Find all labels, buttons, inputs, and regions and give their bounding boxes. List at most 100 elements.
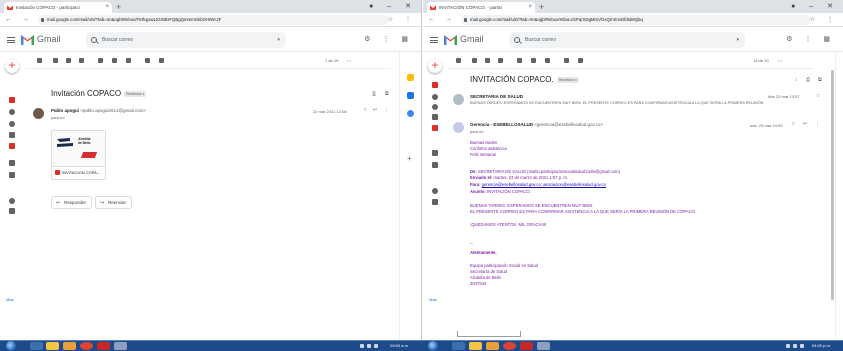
label-icon[interactable]	[159, 58, 164, 63]
nav-more[interactable]: Más	[429, 297, 437, 302]
add-addon-icon[interactable]: +	[407, 154, 412, 163]
msg1-snippet[interactable]: BUENAS TARDES. ESPERAMOS SE ENCUENTREN M…	[470, 101, 764, 105]
scrollbar[interactable]	[831, 70, 834, 300]
search-icon[interactable]	[514, 37, 520, 43]
url-field[interactable]: mail.google.com/mail/u/0/?tab=rm&ogbl#in…	[461, 15, 811, 25]
menu-icon[interactable]	[7, 37, 15, 43]
search-input[interactable]: Buscar correo ▾	[509, 32, 745, 48]
reply-icon[interactable]: ↩	[373, 107, 377, 113]
snoozed-icon[interactable]	[9, 121, 15, 127]
compose-button[interactable]: +	[5, 59, 19, 73]
forward-button[interactable]: ↪ Reenviar	[95, 196, 133, 209]
mark-unread-icon[interactable]	[517, 58, 522, 63]
inbox-label-chip[interactable]: Recibidos x	[124, 90, 147, 97]
app-icon[interactable]	[114, 342, 127, 350]
browser-actions[interactable]: ☆ ⋮	[810, 13, 838, 27]
search-icon[interactable]	[91, 37, 97, 43]
calendar-icon[interactable]	[407, 110, 414, 117]
move-to-icon[interactable]	[564, 58, 569, 63]
tasks-icon[interactable]	[407, 92, 414, 99]
contacts-icon[interactable]	[9, 208, 15, 214]
add-task-icon[interactable]	[126, 58, 131, 63]
hangouts-icon[interactable]	[9, 198, 15, 204]
search-options-icon[interactable]: ▾	[736, 32, 739, 48]
add-task-icon[interactable]	[545, 58, 550, 63]
archive-icon[interactable]	[472, 58, 477, 63]
close-tab-icon[interactable]: ×	[528, 2, 532, 13]
ie-icon[interactable]	[452, 342, 465, 350]
browser-tab[interactable]: Invitación COPACO - participaci ×	[4, 2, 112, 13]
close-tab-icon[interactable]: ×	[105, 2, 109, 13]
inbox-icon[interactable]	[432, 82, 438, 88]
compose-button[interactable]: +	[428, 59, 442, 73]
spam-icon[interactable]	[485, 58, 490, 63]
inbox-label-chip[interactable]: Recibidos x	[556, 76, 579, 83]
search-options-icon[interactable]: ▾	[277, 32, 280, 48]
app-icon[interactable]	[97, 342, 110, 350]
start-button[interactable]	[6, 341, 16, 351]
chrome-icon[interactable]	[80, 342, 93, 350]
header-actions[interactable]: ⚙ ⋮ ▦	[786, 34, 835, 46]
delete-icon[interactable]	[79, 58, 84, 63]
tray-icon[interactable]	[786, 344, 790, 348]
prev-next-icon[interactable]: ‹ ›	[778, 52, 782, 69]
keyboard-icon[interactable]	[432, 162, 438, 168]
spam-icon[interactable]	[66, 58, 71, 63]
hangouts-icon[interactable]	[432, 188, 438, 194]
gmail-logo-icon[interactable]	[21, 34, 34, 45]
explorer-icon[interactable]	[46, 342, 59, 350]
clock[interactable]: 09:53 a.m.	[390, 341, 409, 351]
url-field[interactable]: mail.google.com/mail/u/0/?tab=rm&ogbl#in…	[38, 15, 389, 25]
msg1-sender[interactable]: SECRETARIA DE SALUD	[470, 94, 523, 100]
drafts-icon[interactable]	[432, 125, 438, 131]
snooze-icon[interactable]	[112, 58, 117, 63]
more-options-icon[interactable]: ⋮	[384, 107, 389, 113]
ie-icon[interactable]	[30, 342, 43, 350]
menu-icon[interactable]	[430, 37, 438, 43]
open-new-window-icon[interactable]: ⧉	[818, 77, 822, 83]
keep-icon[interactable]	[407, 74, 414, 81]
meet-icon[interactable]	[432, 150, 438, 156]
delete-icon[interactable]	[498, 58, 503, 63]
sent-icon[interactable]	[432, 114, 438, 120]
print-icon[interactable]: ⎙	[372, 91, 376, 97]
reply-button[interactable]: ↩ Responder	[51, 196, 93, 209]
tray-icon[interactable]	[793, 344, 797, 348]
expand-all-icon[interactable]: ↕	[795, 77, 798, 83]
snoozed-icon[interactable]	[432, 104, 438, 110]
open-new-window-icon[interactable]: ⧉	[385, 91, 389, 97]
media-icon[interactable]	[63, 342, 76, 350]
volume-icon[interactable]	[800, 344, 804, 348]
explorer-icon[interactable]	[469, 342, 482, 350]
chrome-icon[interactable]	[503, 342, 516, 350]
app-icon[interactable]	[520, 342, 533, 350]
reply-icon[interactable]: ↩	[803, 121, 807, 127]
msg2-to-line[interactable]: para mí	[470, 129, 484, 134]
fwd-para-value[interactable]: gerencia@esebellosalud.gov.co; asociacio…	[482, 182, 606, 187]
inbox-icon[interactable]	[9, 97, 15, 103]
tray-icon[interactable]	[360, 344, 364, 348]
starred-icon[interactable]	[432, 94, 438, 100]
reply-box-outline[interactable]	[457, 331, 521, 337]
star-icon[interactable]: ☆	[791, 121, 795, 127]
back-icon[interactable]	[37, 58, 42, 63]
window-controls[interactable]: ● – ✕	[791, 0, 839, 13]
sent-icon[interactable]	[9, 132, 15, 138]
to-line[interactable]: para mí	[51, 115, 65, 120]
snooze-icon[interactable]	[531, 58, 536, 63]
star-icon[interactable]: ☆	[363, 107, 367, 113]
label-icon[interactable]	[578, 58, 583, 63]
volume-icon[interactable]	[374, 344, 378, 348]
back-icon[interactable]	[456, 58, 461, 63]
media-icon[interactable]	[486, 342, 499, 350]
star-icon[interactable]: ☆	[816, 93, 820, 99]
drafts-icon[interactable]	[9, 143, 15, 149]
keyboard-icon[interactable]	[9, 172, 15, 178]
meet-icon[interactable]	[9, 160, 15, 166]
starred-icon[interactable]	[9, 109, 15, 115]
mark-unread-icon[interactable]	[98, 58, 103, 63]
prev-next-icon[interactable]: ‹ ›	[347, 52, 351, 69]
nav-more[interactable]: Más	[6, 297, 14, 302]
app-icon[interactable]	[537, 342, 550, 350]
move-to-icon[interactable]	[145, 58, 150, 63]
